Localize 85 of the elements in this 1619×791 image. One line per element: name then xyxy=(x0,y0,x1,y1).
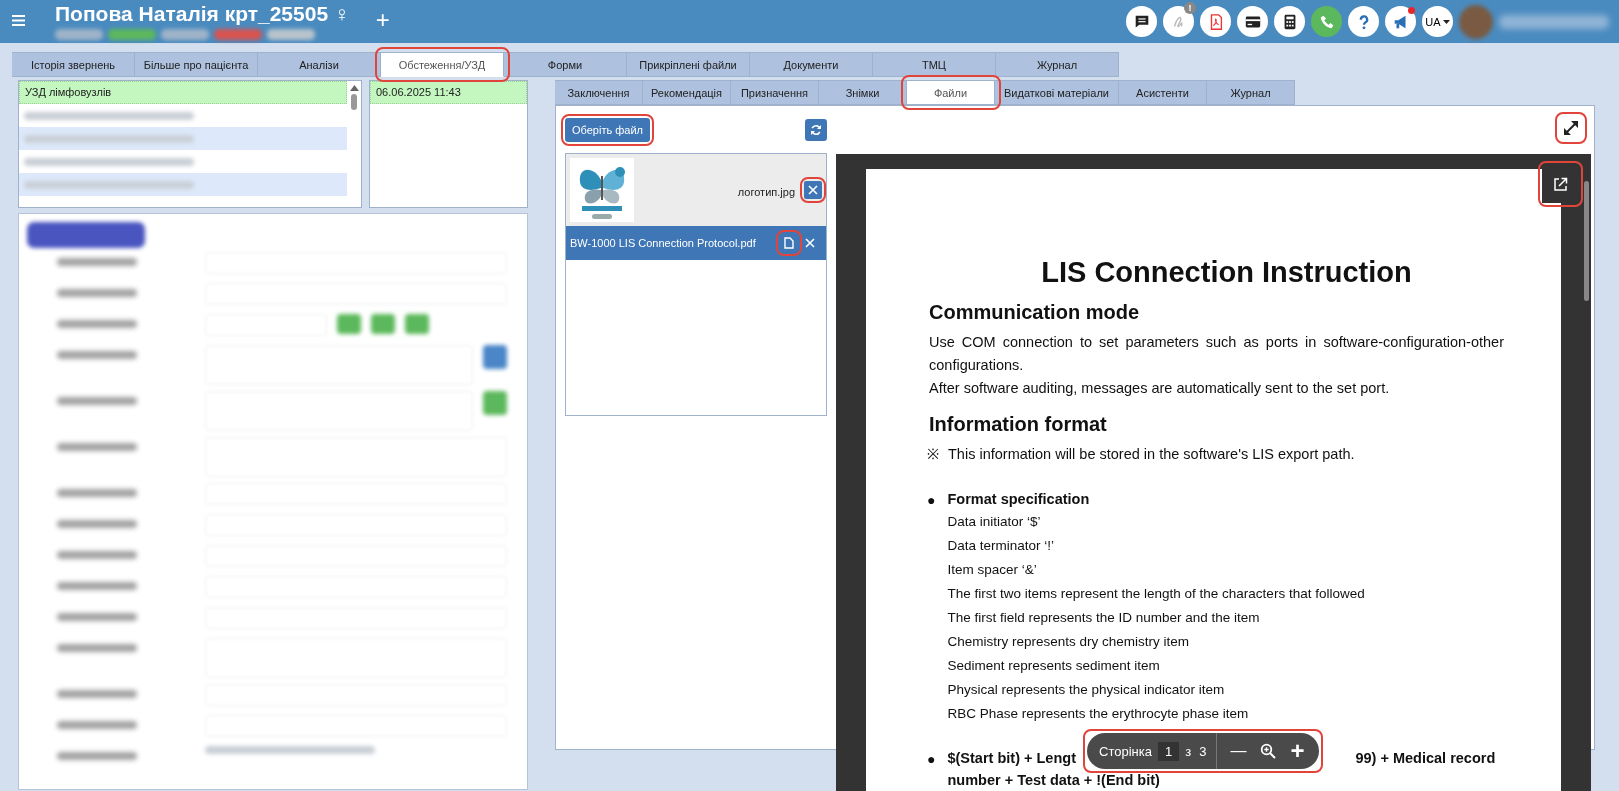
expand-icon xyxy=(1562,119,1580,137)
zoom-out-button[interactable]: — xyxy=(1225,742,1252,760)
blurred-button[interactable] xyxy=(483,391,507,415)
note-text: This information will be stored in the software's LIS export path. xyxy=(948,445,1355,464)
tab[interactable]: Заключення xyxy=(555,80,643,105)
close-icon xyxy=(805,238,815,248)
text-line: Sediment represents sediment item xyxy=(947,657,1161,675)
scrollbar-thumb[interactable] xyxy=(351,94,357,110)
page-of-label: з xyxy=(1184,743,1193,759)
help-button[interactable] xyxy=(1348,6,1379,37)
paragraph: After software auditing, messages are automatically sent to the set port. xyxy=(929,379,1391,398)
text-line: Chemistry represents dry chemistry item xyxy=(947,633,1191,651)
tab[interactable]: Більше про пацієнта xyxy=(135,52,258,77)
open-in-new-icon xyxy=(1553,176,1568,192)
list-item[interactable] xyxy=(19,173,347,196)
megaphone-button[interactable] xyxy=(1385,6,1416,37)
notification-badge: ! xyxy=(1184,2,1196,14)
paragraph: Use COM connection to set parameters such as ports in software-configuration-other configurations. xyxy=(929,333,1504,375)
file-name: логотип.jpg xyxy=(736,186,795,198)
bullet: ● xyxy=(927,491,936,510)
page-label: Сторінка xyxy=(1098,743,1153,759)
close-icon xyxy=(808,185,818,195)
phone-button[interactable] xyxy=(1311,6,1342,37)
refresh-icon xyxy=(810,124,822,136)
section-heading: Communication mode xyxy=(929,300,1140,325)
document-title: LIS Connection Instruction xyxy=(1040,255,1413,290)
page-total: 3 xyxy=(1198,743,1208,759)
blurred-chip[interactable] xyxy=(405,314,429,334)
text-fragment: 99) + Medical record xyxy=(1355,749,1496,768)
zoom-in-button[interactable]: + xyxy=(1285,737,1310,765)
avatar[interactable] xyxy=(1459,4,1493,39)
tab[interactable]: Прикріплені файли xyxy=(627,52,750,77)
tab[interactable]: Історія звернень xyxy=(12,52,135,77)
choose-file-button[interactable]: Оберіть файл xyxy=(565,118,650,142)
tab[interactable]: Видаткові матеріали xyxy=(995,80,1119,105)
blurred-chip[interactable] xyxy=(337,314,361,334)
card-button[interactable] xyxy=(1237,6,1268,37)
tab[interactable]: Форми xyxy=(504,52,627,77)
text-fragment: $(Start bit) + Lengt xyxy=(947,749,1076,768)
refresh-button[interactable] xyxy=(805,119,827,141)
bullet-heading: Format specification xyxy=(947,490,1091,509)
blurred-chip[interactable] xyxy=(371,314,395,334)
tab[interactable]: Журнал xyxy=(1207,80,1295,105)
pdf-button[interactable] xyxy=(1200,6,1231,37)
tab[interactable]: ТМЦ xyxy=(873,52,996,77)
scroll-up-icon xyxy=(349,85,359,91)
patient-name: Попова Наталія крт_25505 ♀ xyxy=(55,2,350,26)
tab[interactable]: Журнал xyxy=(996,52,1119,77)
menu-icon[interactable] xyxy=(12,15,25,26)
calculator-button[interactable] xyxy=(1274,6,1305,37)
text-line: Item spacer ‘&’ xyxy=(947,561,1038,579)
tab[interactable]: Призначення xyxy=(731,80,819,105)
file-item[interactable]: BW-1000 LIS Connection Protocol.pdf xyxy=(566,226,826,260)
text-line: number + Test data + !(End bit) xyxy=(947,771,1161,790)
list-item[interactable]: УЗД лімфовузлів xyxy=(19,81,347,104)
tab[interactable]: Обстеження/УЗД xyxy=(381,52,504,77)
text-line: Data initiator ‘$’ xyxy=(947,513,1042,531)
list-item[interactable]: 06.06.2025 11:43 xyxy=(370,81,527,104)
blurred-button[interactable] xyxy=(483,345,507,369)
text-line: The first two items represent the length of the characters that followed xyxy=(947,585,1365,603)
zoom-icon xyxy=(1260,743,1277,759)
file-name: BW-1000 LIS Connection Protocol.pdf xyxy=(570,237,757,249)
blurred-button[interactable] xyxy=(27,222,145,248)
section-heading: Information format xyxy=(929,412,1108,437)
tab[interactable]: Рекомендація xyxy=(643,80,731,105)
text-line: RBC Phase represents the erythrocyte phase item xyxy=(947,705,1250,723)
text-line: Physical represents the physical indicator item xyxy=(947,681,1226,699)
tab[interactable]: Документи xyxy=(750,52,873,77)
page-number-field[interactable]: 1 xyxy=(1157,741,1180,761)
chat-button[interactable] xyxy=(1126,6,1157,37)
list-item[interactable] xyxy=(19,127,347,150)
tab[interactable]: Аналізи xyxy=(258,52,381,77)
file-icon xyxy=(784,237,794,249)
add-button[interactable]: + xyxy=(371,8,394,32)
caret-icon xyxy=(1442,19,1450,24)
text-line: The first field represents the ID number and the item xyxy=(947,609,1261,627)
tab[interactable]: Асистенти xyxy=(1119,80,1207,105)
bullet: ● xyxy=(927,750,936,769)
tab[interactable]: Файли xyxy=(907,80,995,105)
tab[interactable]: Знімки xyxy=(819,80,907,105)
file-item[interactable]: логотип.jpg xyxy=(566,154,826,226)
language-button[interactable]: UA xyxy=(1422,6,1453,37)
text-line: Data terminator ‘!’ xyxy=(947,537,1055,555)
note-mark: ※ xyxy=(927,445,939,464)
scrollbar-thumb[interactable] xyxy=(1584,181,1589,301)
